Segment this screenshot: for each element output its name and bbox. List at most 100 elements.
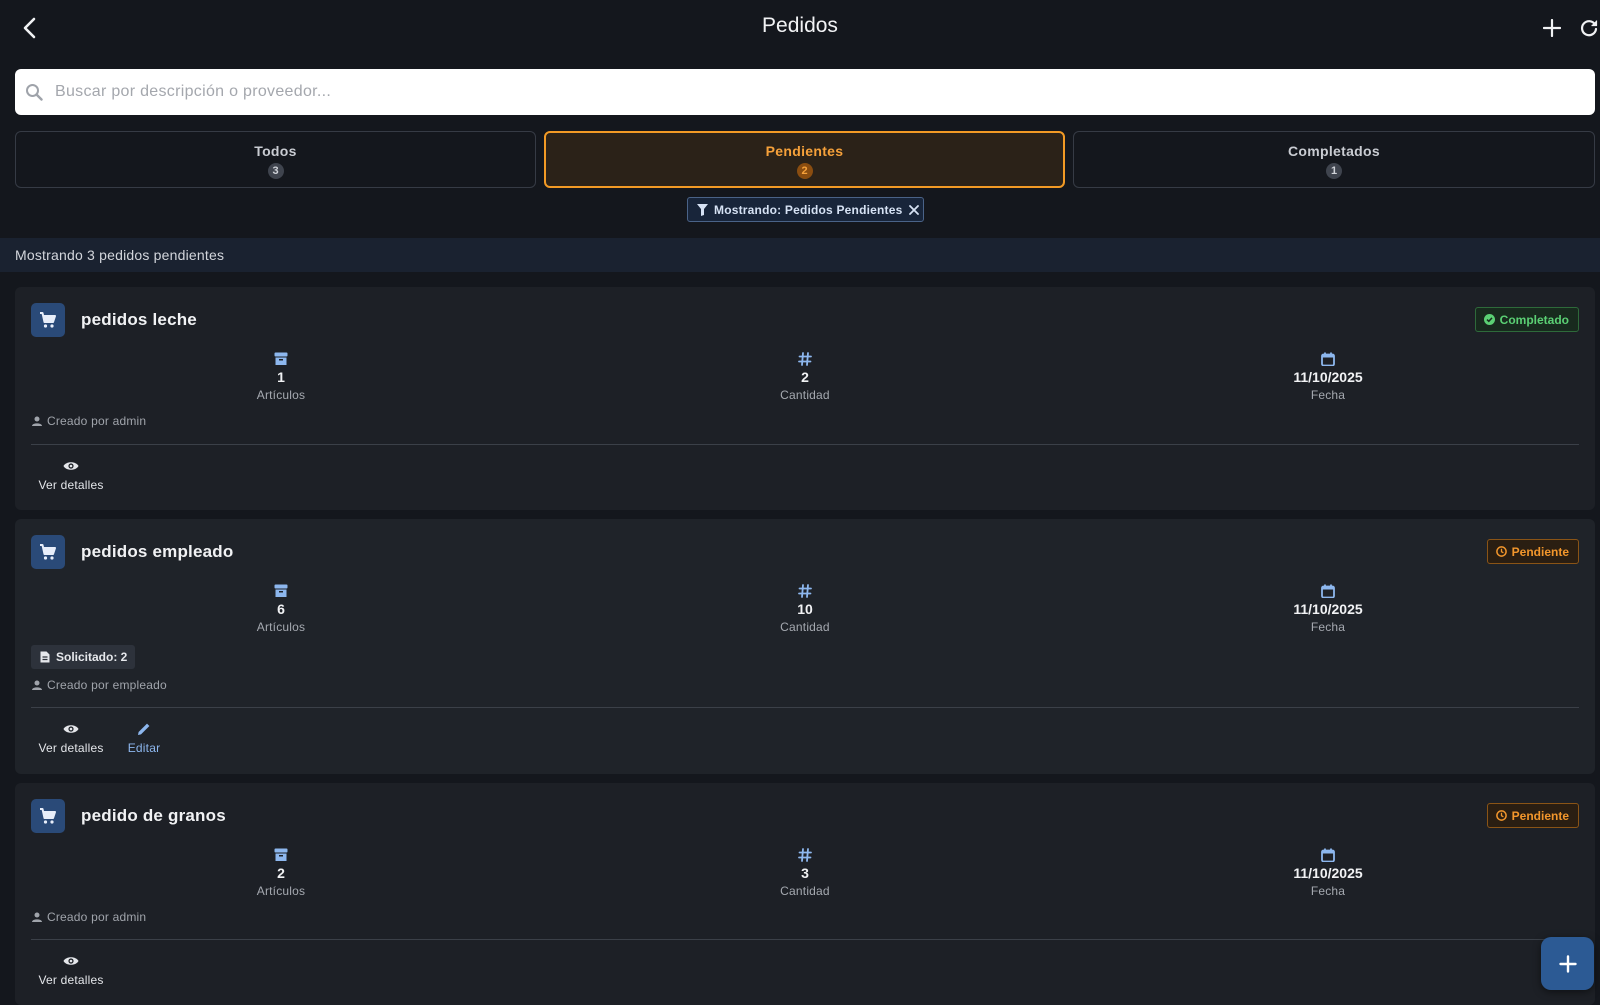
view-details-label: Ver detalles [38, 973, 104, 987]
order-card[interactable]: pedidos empleado Pendiente 6 Artículos 1… [15, 519, 1595, 774]
status-badge: Pendiente [1486, 539, 1579, 564]
person-icon [32, 912, 42, 922]
eye-icon [63, 957, 79, 965]
hash-icon [798, 584, 812, 598]
status-badge: Pendiente [1486, 803, 1579, 828]
person-icon [32, 416, 42, 426]
quantity-stat: 2 Cantidad [705, 351, 905, 402]
order-title: pedido de granos [81, 806, 226, 825]
calendar-icon [1321, 352, 1335, 366]
articles-value: 2 [277, 865, 285, 881]
document-icon [40, 651, 50, 663]
search-icon [26, 84, 43, 101]
order-title: pedidos leche [81, 310, 197, 329]
archive-icon [274, 352, 288, 365]
add-order-button[interactable] [1537, 13, 1567, 43]
quantity-label: Cantidad [780, 620, 830, 634]
articles-value: 1 [277, 369, 285, 385]
view-details-label: Ver detalles [38, 741, 104, 755]
tab-todos[interactable]: Todos 3 [15, 131, 536, 188]
requested-label: Solicitado: 2 [56, 650, 128, 664]
cart-icon [40, 808, 56, 824]
cart-icon [40, 544, 56, 560]
quantity-stat: 10 Cantidad [705, 583, 905, 634]
clear-filter-button[interactable] [908, 204, 919, 215]
quantity-value: 10 [797, 601, 813, 617]
creator-label: Creado por admin [47, 910, 147, 924]
hash-icon [798, 848, 812, 862]
edit-order-button[interactable]: Editar [104, 721, 184, 755]
tab-label: Todos [254, 143, 297, 159]
view-details-button[interactable]: Ver detalles [31, 721, 111, 755]
archive-icon [274, 848, 288, 861]
hash-icon [798, 352, 812, 366]
quantity-value: 3 [801, 865, 809, 881]
date-value: 11/10/2025 [1293, 601, 1363, 617]
date-value: 11/10/2025 [1293, 369, 1363, 385]
order-card[interactable]: pedidos leche Completado 1 Artículos 2 C… [15, 287, 1595, 510]
refresh-button[interactable] [1574, 13, 1600, 43]
top-app-bar: Pedidos [0, 0, 1600, 56]
requested-badge: Solicitado: 2 [31, 645, 136, 669]
person-icon [32, 680, 42, 690]
close-icon [908, 204, 919, 215]
date-stat: 11/10/2025 Fecha [1228, 847, 1428, 898]
articles-label: Artículos [256, 388, 306, 402]
status-label: Pendiente [1511, 808, 1569, 823]
status-label: Completado [1499, 312, 1569, 327]
view-details-label: Ver detalles [38, 478, 104, 492]
eye-icon [63, 725, 79, 733]
order-card[interactable]: pedido de granos Pendiente 2 Artículos 3… [15, 783, 1595, 1005]
articles-stat: 6 Artículos [181, 583, 381, 634]
search-input[interactable] [55, 83, 1555, 101]
archive-icon [274, 584, 288, 597]
creator-info: Creado por empleado [32, 678, 167, 692]
tab-label: Completados [1288, 143, 1380, 159]
tab-count-badge: 3 [267, 163, 284, 179]
plus-icon [1558, 954, 1577, 973]
tab-completados[interactable]: Completados 1 [1073, 131, 1595, 188]
filter-chip-label: Mostrando: Pedidos Pendientes [714, 202, 903, 217]
view-details-button[interactable]: Ver detalles [31, 953, 111, 987]
search-bar[interactable] [15, 69, 1595, 115]
calendar-icon [1321, 848, 1335, 862]
date-stat: 11/10/2025 Fecha [1228, 583, 1428, 634]
results-info-bar: Mostrando 3 pedidos pendientes [0, 238, 1600, 272]
date-label: Fecha [1310, 620, 1346, 634]
quantity-value: 2 [801, 369, 809, 385]
order-title: pedidos empleado [81, 542, 234, 561]
articles-label: Artículos [256, 884, 306, 898]
date-stat: 11/10/2025 Fecha [1228, 351, 1428, 402]
status-label: Pendiente [1511, 544, 1569, 559]
cart-icon [40, 312, 56, 328]
floating-add-button[interactable] [1541, 937, 1594, 990]
creator-label: Creado por empleado [47, 678, 167, 692]
cart-icon-box [31, 303, 65, 337]
plus-icon [1543, 19, 1561, 37]
articles-stat: 1 Artículos [181, 351, 381, 402]
date-label: Fecha [1310, 884, 1346, 898]
view-details-button[interactable]: Ver detalles [31, 458, 111, 492]
creator-info: Creado por admin [32, 910, 146, 924]
edit-label: Editar [127, 741, 161, 755]
date-value: 11/10/2025 [1293, 865, 1363, 881]
cart-icon-box [31, 535, 65, 569]
page-title: Pedidos [762, 14, 838, 37]
date-label: Fecha [1310, 388, 1346, 402]
creator-info: Creado por admin [32, 414, 146, 428]
check-circle-icon [1483, 314, 1495, 325]
quantity-label: Cantidad [780, 884, 830, 898]
status-badge: Completado [1474, 307, 1579, 332]
tab-label: Pendientes [765, 143, 844, 159]
pencil-icon [138, 723, 150, 735]
card-divider [31, 707, 1579, 708]
clock-icon [1495, 810, 1507, 821]
articles-label: Artículos [256, 620, 306, 634]
card-divider [31, 939, 1579, 940]
filter-icon [697, 203, 708, 216]
cart-icon-box [31, 799, 65, 833]
tab-count-badge: 1 [1326, 163, 1342, 179]
tab-pendientes[interactable]: Pendientes 2 [544, 131, 1065, 188]
eye-icon [63, 462, 79, 470]
articles-stat: 2 Artículos [181, 847, 381, 898]
